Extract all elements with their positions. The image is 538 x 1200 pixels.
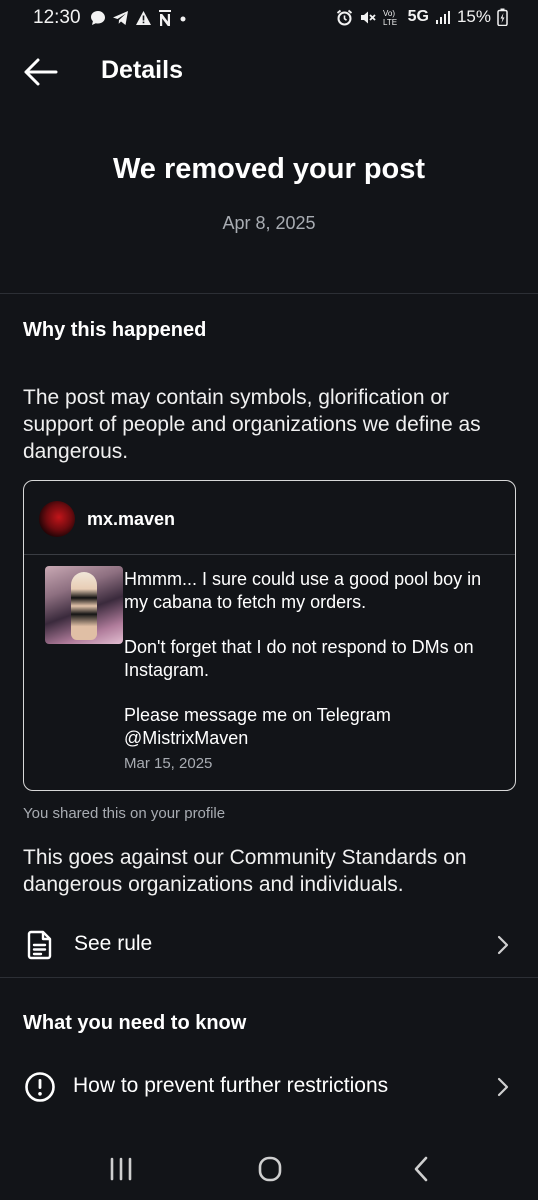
need-to-know-heading: What you need to know (23, 1012, 247, 1034)
battery-icon (497, 8, 508, 26)
alarm-icon (336, 9, 352, 25)
section-divider (0, 293, 538, 294)
network-type: 5G (407, 8, 429, 25)
svg-text:Vo): Vo) (383, 9, 395, 18)
system-navigation-bar (0, 1138, 538, 1200)
mute-icon (360, 11, 376, 23)
dot-icon (180, 16, 186, 22)
top-app-bar: Details (0, 44, 538, 100)
post-header: mx.maven (24, 481, 515, 555)
info-alert-icon (25, 1072, 55, 1102)
recent-apps-button[interactable] (101, 1154, 141, 1184)
chevron-right-icon (497, 935, 509, 955)
thumbnail-figure (71, 572, 97, 640)
signal-icon (435, 11, 450, 24)
caption-paragraph: Please message me on Telegram @MistrixMa… (124, 705, 391, 748)
standards-text: This goes against our Community Standard… (23, 846, 467, 896)
home-icon (258, 1156, 282, 1182)
status-bar: 12:30 Vo) LTE 5G 15% (0, 0, 538, 38)
arrow-left-icon (24, 58, 58, 86)
status-time: 12:30 (33, 7, 81, 28)
notification-icons (90, 9, 188, 27)
post-caption: Hmmm... I sure could use a good pool boy… (124, 568, 504, 750)
page-title: Details (101, 56, 183, 84)
battery-percent: 15% (456, 7, 491, 26)
see-rule-row[interactable]: See rule (0, 917, 538, 973)
prevent-restrictions-label: How to prevent further restrictions (73, 1074, 389, 1097)
prevent-restrictions-row[interactable]: How to prevent further restrictions (0, 1059, 538, 1115)
post-date: Mar 15, 2025 (124, 755, 213, 772)
shared-note: You shared this on your profile (23, 805, 226, 822)
volte-icon: Vo)LTE (383, 9, 397, 27)
why-description: The post may contain symbols, glorificat… (23, 386, 481, 463)
caption-paragraph: Hmmm... I sure could use a good pool boy… (124, 569, 482, 612)
why-heading: Why this happened (23, 319, 207, 341)
avatar (39, 501, 75, 537)
telegram-icon (113, 11, 128, 25)
back-button[interactable] (22, 56, 58, 88)
warning-icon (136, 11, 151, 25)
section-divider (0, 977, 538, 978)
chevron-right-icon (497, 1077, 509, 1097)
home-button[interactable] (250, 1154, 290, 1184)
chat-bubble-icon (91, 11, 105, 25)
caption-paragraph: Don't forget that I do not respond to DM… (124, 637, 474, 680)
system-back-button[interactable] (401, 1154, 441, 1184)
post-username: mx.maven (87, 509, 176, 529)
document-icon (27, 930, 52, 960)
see-rule-label: See rule (74, 932, 153, 955)
back-chevron-icon (414, 1156, 428, 1182)
removal-date: Apr 8, 2025 (222, 213, 316, 233)
post-thumbnail (45, 566, 123, 644)
n-icon (159, 10, 171, 26)
svg-text:LTE: LTE (383, 18, 397, 27)
recents-icon (110, 1157, 132, 1181)
system-status: Vo) LTE 5G 15% (336, 7, 508, 27)
removal-title: We removed your post (112, 153, 426, 185)
removed-post-card: mx.maven Hmmm... I sure could use a good… (23, 480, 516, 791)
